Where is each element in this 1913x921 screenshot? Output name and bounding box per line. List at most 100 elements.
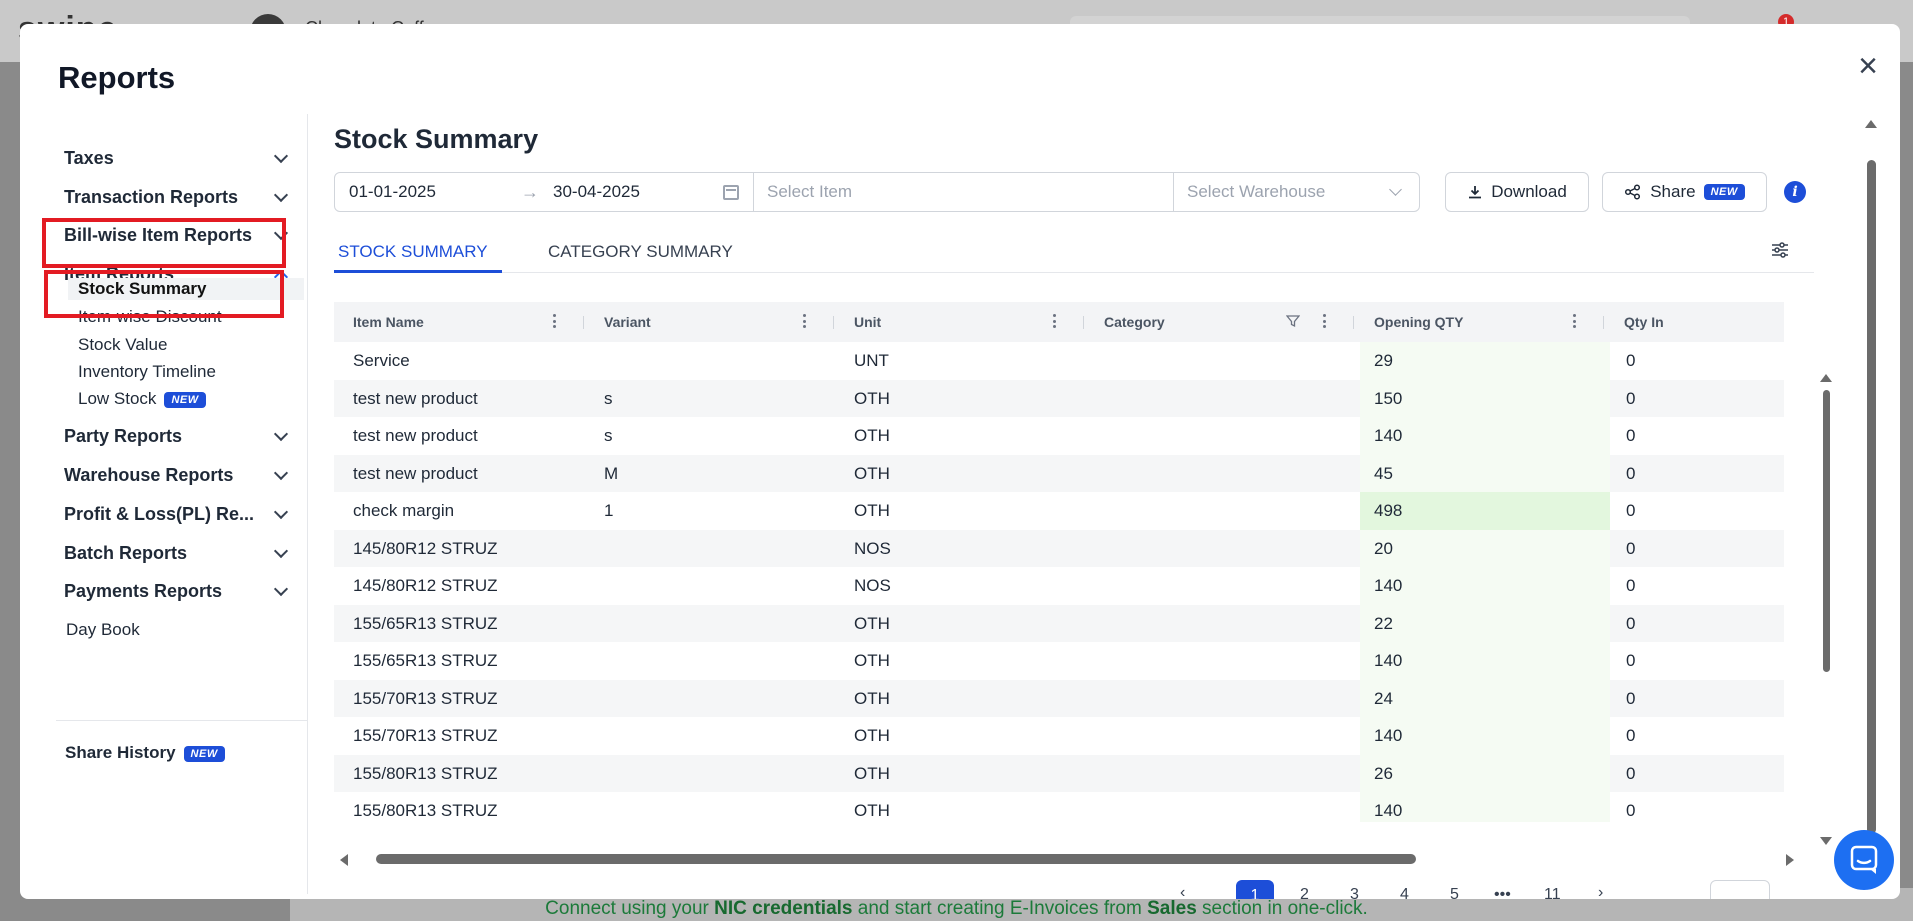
column-header-opening-qty[interactable]: Opening QTY [1374, 302, 1463, 342]
column-menu-icon[interactable] [1573, 314, 1577, 330]
column-menu-icon[interactable] [803, 314, 807, 330]
table-row[interactable]: 155/65R13 STRUZ OTH 140 0 [334, 642, 1784, 680]
stock-summary-table: Item Name Variant Unit Category Opening … [334, 302, 1784, 822]
highlight-box [42, 218, 286, 268]
cell-unit: NOS [854, 576, 891, 595]
banner-suffix: section in one-click. [1196, 898, 1368, 919]
table-row[interactable]: 155/80R13 STRUZ OTH 140 0 [334, 792, 1784, 822]
cell-item-name: 155/80R13 STRUZ [353, 763, 498, 783]
column-header-unit[interactable]: Unit [854, 302, 881, 342]
cell-item-name: 155/65R13 STRUZ [353, 613, 498, 633]
sidebar-item-transaction-reports[interactable]: Transaction Reports [64, 182, 294, 212]
sidebar-item-payments-reports[interactable]: Payments Reports [64, 576, 294, 606]
table-row[interactable]: test new product s OTH 150 0 [334, 379, 1784, 417]
opening-qty-heat-cell [1360, 529, 1610, 567]
table-row[interactable]: 155/70R13 STRUZ OTH 140 0 [334, 717, 1784, 755]
scroll-left-arrow-icon[interactable] [340, 854, 348, 866]
cell-qty-in: 0 [1626, 651, 1636, 670]
table-row[interactable]: 155/70R13 STRUZ OTH 24 0 [334, 679, 1784, 717]
chevron-down-icon [273, 187, 289, 202]
pagination-page[interactable]: 2 [1300, 886, 1309, 899]
table-row[interactable]: test new product s OTH 140 0 [334, 417, 1784, 455]
modal-title: Reports [58, 60, 176, 95]
chat-support-button[interactable] [1834, 830, 1894, 890]
table-row[interactable]: 145/80R12 STRUZ NOS 140 0 [334, 567, 1784, 605]
table-row[interactable]: 155/80R13 STRUZ OTH 26 0 [334, 754, 1784, 792]
pagination-page[interactable]: 5 [1450, 886, 1459, 899]
date-to-input[interactable]: 30-04-2025 [553, 182, 640, 202]
pagination-page[interactable]: 3 [1350, 886, 1359, 899]
cell-unit: OTH [854, 688, 890, 708]
scroll-down-arrow-icon[interactable] [1820, 837, 1832, 845]
cell-opening-qty: 140 [1374, 726, 1403, 745]
column-settings-icon[interactable] [1770, 240, 1790, 260]
active-tab-indicator [334, 270, 502, 273]
column-separator [583, 316, 584, 329]
new-badge: NEW [164, 391, 206, 408]
sidebar-item-day-book[interactable]: Day Book [66, 620, 140, 640]
cell-unit: OTH [854, 763, 890, 783]
cell-unit: OTH [854, 726, 890, 745]
pagination-page[interactable]: 11 [1544, 886, 1561, 899]
select-item-dropdown[interactable]: Select Item [767, 182, 852, 202]
column-menu-icon[interactable] [1323, 314, 1327, 330]
sidebar-item-label: Party Reports [64, 425, 183, 446]
table-horizontal-scrollbar[interactable] [376, 854, 1416, 864]
table-row[interactable]: check margin 1 OTH 498 0 [334, 492, 1784, 530]
table-row[interactable]: Service UNT 29 0 [334, 342, 1784, 380]
column-header-qty-in[interactable]: Qty In [1624, 302, 1664, 342]
pagination-page-active[interactable]: 1 [1236, 880, 1274, 899]
tab-stock-summary[interactable]: STOCK SUMMARY [338, 242, 488, 262]
pagination-page[interactable]: 4 [1400, 886, 1409, 899]
column-header-category[interactable]: Category [1104, 302, 1165, 342]
share-button[interactable]: Share NEW [1602, 172, 1767, 212]
tab-category-summary[interactable]: CATEGORY SUMMARY [548, 242, 733, 262]
sidebar-subitem-inventory-timeline[interactable]: Inventory Timeline [78, 362, 216, 382]
select-warehouse-dropdown[interactable]: Select Warehouse [1187, 182, 1325, 202]
cell-opening-qty: 498 [1374, 501, 1403, 520]
sidebar-item-warehouse-reports[interactable]: Warehouse Reports [64, 460, 294, 490]
cell-item-name: Service [353, 351, 410, 370]
cell-opening-qty: 140 [1374, 651, 1403, 670]
sidebar-item-label: Taxes [64, 147, 114, 168]
filter-funnel-icon[interactable] [1286, 314, 1300, 328]
scroll-up-arrow-icon[interactable] [1820, 374, 1832, 382]
sidebar-item-profit-loss-reports[interactable]: Profit & Loss(PL) Re... [64, 499, 294, 529]
sidebar-item-party-reports[interactable]: Party Reports [64, 421, 294, 451]
sidebar-subitem-stock-value[interactable]: Stock Value [78, 335, 167, 355]
banner-nic-link[interactable]: NIC credentials [714, 898, 852, 919]
pagination-goto-input[interactable] [1710, 880, 1770, 899]
cell-qty-in: 0 [1626, 388, 1636, 408]
modal-vertical-scrollbar[interactable] [1867, 160, 1876, 834]
sidebar-subitem-low-stock[interactable]: Low Stock NEW [78, 389, 206, 409]
pagination-ellipsis[interactable]: ••• [1494, 886, 1511, 899]
column-menu-icon[interactable] [1053, 314, 1057, 330]
table-row[interactable]: 145/80R12 STRUZ NOS 20 0 [334, 529, 1784, 567]
cell-opening-qty: 150 [1374, 388, 1403, 408]
pagination-next[interactable]: › [1598, 884, 1603, 899]
close-button[interactable]: × [1850, 48, 1886, 84]
calendar-icon[interactable] [723, 184, 739, 200]
download-button[interactable]: Download [1445, 172, 1589, 212]
modal-scroll-up-arrow-icon[interactable] [1865, 120, 1877, 128]
share-history-link[interactable]: Share History NEW [65, 743, 225, 763]
date-from-input[interactable]: 01-01-2025 [349, 182, 436, 202]
scroll-right-arrow-icon[interactable] [1786, 854, 1794, 866]
cell-opening-qty: 24 [1374, 688, 1393, 708]
info-icon[interactable]: i [1784, 181, 1806, 203]
banner-sales-link[interactable]: Sales [1147, 898, 1197, 919]
download-icon [1469, 186, 1482, 199]
table-vertical-scrollbar[interactable] [1823, 390, 1830, 672]
sidebar-item-taxes[interactable]: Taxes [64, 143, 294, 173]
column-header-item-name[interactable]: Item Name [353, 302, 424, 342]
cell-opening-qty: 140 [1374, 426, 1403, 445]
cell-variant: s [604, 426, 613, 445]
pagination-prev[interactable]: ‹ [1180, 884, 1185, 899]
column-header-variant[interactable]: Variant [604, 302, 651, 342]
opening-qty-heat-cell [1360, 342, 1610, 380]
column-menu-icon[interactable] [553, 314, 557, 330]
share-label: Share [1650, 182, 1696, 201]
sidebar-item-batch-reports[interactable]: Batch Reports [64, 538, 294, 568]
table-row[interactable]: 155/65R13 STRUZ OTH 22 0 [334, 604, 1784, 642]
table-row[interactable]: test new product M OTH 45 0 [334, 454, 1784, 492]
